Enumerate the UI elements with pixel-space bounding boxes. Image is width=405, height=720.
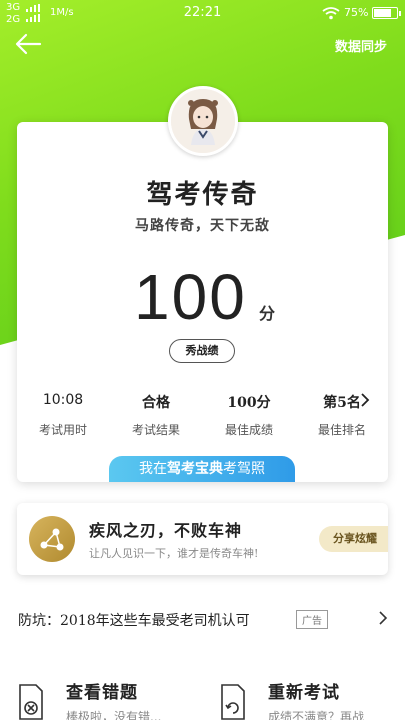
status-bar: 3G 2G 1M/s 22:21 75%: [0, 0, 405, 28]
achievement-subtitle: 让凡人见识一下，谁才是传奇车神!: [89, 547, 259, 560]
rank-title: 驾考传奇: [146, 180, 259, 210]
stat-value: 合格: [142, 395, 170, 411]
stat-label: 最佳排名: [317, 423, 366, 437]
wifi-icon: [322, 7, 340, 20]
stat-result: 合格 考试结果: [110, 392, 202, 438]
achievement-badge-icon: [29, 516, 75, 562]
retake-doc-icon: [221, 684, 245, 720]
avatar: [168, 86, 238, 156]
stat-best-score: 100分 最佳成绩: [203, 392, 295, 438]
sync-data-button[interactable]: 数据同步: [335, 36, 387, 55]
ad-row[interactable]: 防坑：2018年这些车最受老司机认可 广告: [0, 598, 405, 642]
mistakes-doc-icon: [19, 684, 43, 720]
ad-text: 防坑：2018年这些车最受老司机认可: [18, 613, 250, 629]
stat-value: 100分: [227, 395, 271, 411]
avatar-girl-icon: [171, 89, 235, 153]
score-unit: 分: [259, 304, 276, 323]
stat-label: 考试结果: [131, 423, 180, 437]
chevron-right-icon: [361, 393, 370, 407]
battery-percent: 75%: [344, 6, 369, 19]
review-mistakes-button[interactable]: 查看错题 棒极啦，没有错...: [18, 672, 218, 720]
brand-banner: 我在驾考宝典考驾照: [109, 456, 295, 482]
action-title: 重新考试: [268, 683, 340, 703]
achievement-title: 疾风之刃，不败车神: [89, 521, 243, 540]
banner-brand: 驾考宝典: [167, 461, 223, 477]
back-arrow-icon[interactable]: [12, 30, 44, 58]
rank-subtitle: 马路传奇，天下无敌: [135, 218, 270, 234]
stat-time: 10:08 考试用时: [17, 392, 109, 438]
achievement-card: 疾风之刃，不败车神 让凡人见识一下，谁才是传奇车神! 分享炫耀: [17, 503, 388, 575]
action-subtitle: 成绩不满意？再战: [268, 710, 365, 720]
action-title: 查看错题: [66, 683, 138, 703]
show-result-button[interactable]: 秀战绩: [169, 339, 235, 363]
action-subtitle: 棒极啦，没有错...: [66, 710, 162, 720]
banner-suffix: 考驾照: [223, 461, 265, 477]
stat-value: 10:08: [42, 392, 84, 408]
stats-row: 10:08 考试用时 合格 考试结果 100分 最佳成绩 第5名 最佳排名: [17, 392, 388, 438]
stat-label: 最佳成绩: [224, 423, 273, 437]
result-card: 驾考传奇 马路传奇，天下无敌 100 分 秀战绩 10:08 考试用时 合格 考…: [17, 122, 388, 482]
stat-label: 考试用时: [38, 423, 87, 437]
battery-icon: [372, 7, 401, 19]
share-nodes-icon: [40, 528, 64, 551]
stat-best-rank[interactable]: 第5名 最佳排名: [296, 392, 388, 438]
ad-tag: 广告: [296, 610, 328, 629]
chevron-right-icon: [379, 611, 388, 625]
stat-value: 第5名: [323, 395, 361, 411]
retake-exam-button[interactable]: 重新考试 成绩不满意？再战: [220, 672, 405, 720]
share-button[interactable]: 分享炫耀: [319, 526, 388, 552]
banner-prefix: 我在: [139, 461, 167, 477]
score-value: 100: [134, 261, 247, 333]
battery-fill: [374, 9, 391, 17]
